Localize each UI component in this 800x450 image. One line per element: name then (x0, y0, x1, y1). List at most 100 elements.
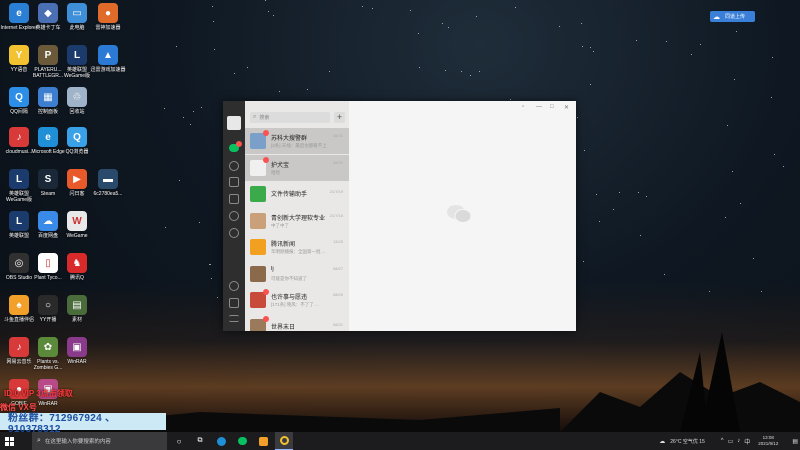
star (165, 226, 167, 228)
menu-icon[interactable] (229, 315, 239, 322)
wechat-window: ⌕ 搜索 + 苏科大搜警群 [2条] 天线：最后也都看不上 08/31 护犬宝 哈哈 08… (223, 101, 576, 331)
maximize-button[interactable]: □ (550, 104, 554, 110)
chevron-up-icon[interactable]: ^ (721, 438, 724, 444)
taskbar-search-input[interactable]: ⌕ 在这里输入你要搜索的内容 (32, 432, 167, 450)
app-icon: ▬ (98, 169, 118, 189)
search-icon: ⌕ (37, 437, 41, 444)
star (210, 263, 212, 265)
taskbar-edge[interactable] (212, 432, 230, 450)
notification-icon[interactable]: ▤ (792, 438, 798, 445)
volume-icon[interactable]: ♪ (737, 438, 740, 444)
chat-avatar (250, 186, 266, 202)
desktop-icon[interactable]: ▬ 6c2780ea5... (89, 169, 127, 197)
star (201, 106, 203, 108)
minimize-button[interactable]: — (536, 104, 542, 110)
ime-icon[interactable]: 中 (744, 437, 750, 446)
app-icon: ○ (38, 295, 58, 315)
chat-list-item[interactable]: 也许事与愿违 [171条] 晓风：不了了 ... 08/25 (245, 287, 349, 313)
star (514, 7, 516, 9)
taskbar-yy[interactable] (275, 432, 293, 450)
network-icon[interactable]: ▭ (728, 438, 734, 445)
star (583, 149, 585, 151)
chat-list-item[interactable]: 文件传输助手 21/7/19 (245, 181, 349, 207)
moments-icon[interactable] (229, 211, 239, 221)
desktop-icon[interactable]: ▲ 迅雷游戏加速器 (89, 45, 127, 73)
desktop-icon-label: WeGame (66, 233, 88, 239)
folder-icon[interactable] (229, 194, 239, 204)
desktop-icon[interactable]: ● 雷神加速器 (89, 3, 127, 31)
search-input[interactable]: ⌕ 搜索 (250, 112, 330, 123)
pin-icon[interactable]: ▫ (522, 104, 524, 110)
star (213, 20, 215, 22)
chat-text: 青创新大学理软专业 中了中了 21/7/16 (271, 213, 343, 229)
taskbar-wechat[interactable] (233, 432, 251, 450)
unread-badge (263, 315, 269, 322)
mini-program-icon[interactable] (229, 281, 239, 291)
star (267, 11, 269, 13)
task-view-button[interactable]: ⧉ (191, 432, 209, 450)
desktop-icon[interactable]: ▣ WinRAR (58, 337, 96, 365)
desktop-icon-label: 腾讯Q (70, 275, 84, 281)
app-icon: ▭ (67, 3, 87, 23)
star (598, 221, 600, 223)
cortana-button[interactable]: ○ (170, 432, 188, 450)
desktop-icon-label: 雷神加速器 (95, 25, 121, 31)
app-icon: S (38, 169, 58, 189)
star (782, 166, 784, 168)
star (419, 66, 421, 68)
user-avatar[interactable] (227, 116, 241, 130)
chat-list-item[interactable]: 腾讯新闻 华明刚播报：全国第一批 ... 13:03 (245, 234, 349, 260)
chat-time: 08/21 (332, 321, 343, 327)
add-button[interactable]: + (334, 112, 345, 123)
star (771, 97, 773, 99)
chat-list-item[interactable]: 苏科大搜警群 [2条] 天线：最后也都看不上 08/31 (245, 128, 349, 154)
phone-icon[interactable] (229, 298, 239, 308)
chat-list-item[interactable]: lj 可能是你不知道了 08/27 (245, 261, 349, 287)
cloud-upload-button[interactable]: ☁ 同道上传 (710, 11, 755, 22)
chat-list-item[interactable]: 青创新大学理软专业 中了中了 21/7/16 (245, 208, 349, 234)
chat-last-message: 华明刚播报：全国第一批 ... (271, 249, 326, 254)
chat-text: lj 可能是你不知道了 08/27 (271, 266, 343, 282)
desktop-icon[interactable]: ♞ 腾讯Q (58, 253, 96, 281)
app-icon: ♞ (67, 253, 87, 273)
cloud-icon: ☁ (713, 13, 720, 21)
app-icon: ✿ (38, 337, 58, 357)
cortana-icon: ○ (176, 436, 182, 446)
star (214, 48, 216, 50)
promo-text: ID:0 VIP 3点击领取 (4, 389, 73, 398)
app-icon: ▲ (98, 45, 118, 65)
chat-list-item[interactable]: 世界末日 08/21 (245, 314, 349, 331)
app-icon: L (67, 45, 87, 65)
desktop-icon[interactable]: ▤ 素材 (58, 295, 96, 323)
app-icon: ▦ (38, 87, 58, 107)
favorites-icon[interactable] (229, 177, 239, 187)
desktop-icon-label: QQ浏览器 (65, 149, 89, 155)
chat-list-item[interactable]: 护犬宝 哈哈 08/31 (245, 154, 349, 181)
desktop-icon[interactable]: Q QQ浏览器 (58, 127, 96, 155)
chat-avatar (250, 265, 266, 282)
desktop-icon[interactable]: W WeGame (58, 211, 96, 239)
wechat-logo-icon (447, 205, 472, 223)
star (212, 6, 214, 8)
star (559, 25, 561, 27)
chat-text: 也许事与愿违 [171条] 晓风：不了了 ... 08/25 (271, 292, 343, 308)
clock[interactable]: 13:08 2021/9/12 (758, 435, 778, 447)
task-view-icon: ⧉ (197, 437, 203, 444)
start-button[interactable] (0, 432, 18, 450)
contacts-icon[interactable] (229, 161, 239, 171)
taskbar-app-orange[interactable] (254, 432, 272, 450)
taskbar: ⌕ 在这里输入你要搜索的内容 ○ ⧉ ☁ 26°C 空气优 15 ^ ▭ ♪ 中… (0, 432, 800, 450)
star (510, 99, 512, 101)
search-network-icon[interactable] (229, 228, 239, 238)
weather-text[interactable]: 26°C 空气优 15 (670, 438, 705, 445)
app-icon: ♲ (67, 87, 87, 107)
chat-last-message: 中了中了 (271, 222, 289, 228)
star (328, 71, 330, 72)
close-button[interactable]: ✕ (564, 104, 569, 111)
chat-time: 08/27 (332, 265, 343, 271)
desktop-icon[interactable]: ♲ 回收站 (58, 87, 96, 115)
unread-badge (263, 130, 269, 136)
desktop-icon-label: 迅雷游戏加速器 (90, 67, 126, 73)
star (663, 274, 665, 276)
wechat-sidebar (223, 101, 245, 331)
